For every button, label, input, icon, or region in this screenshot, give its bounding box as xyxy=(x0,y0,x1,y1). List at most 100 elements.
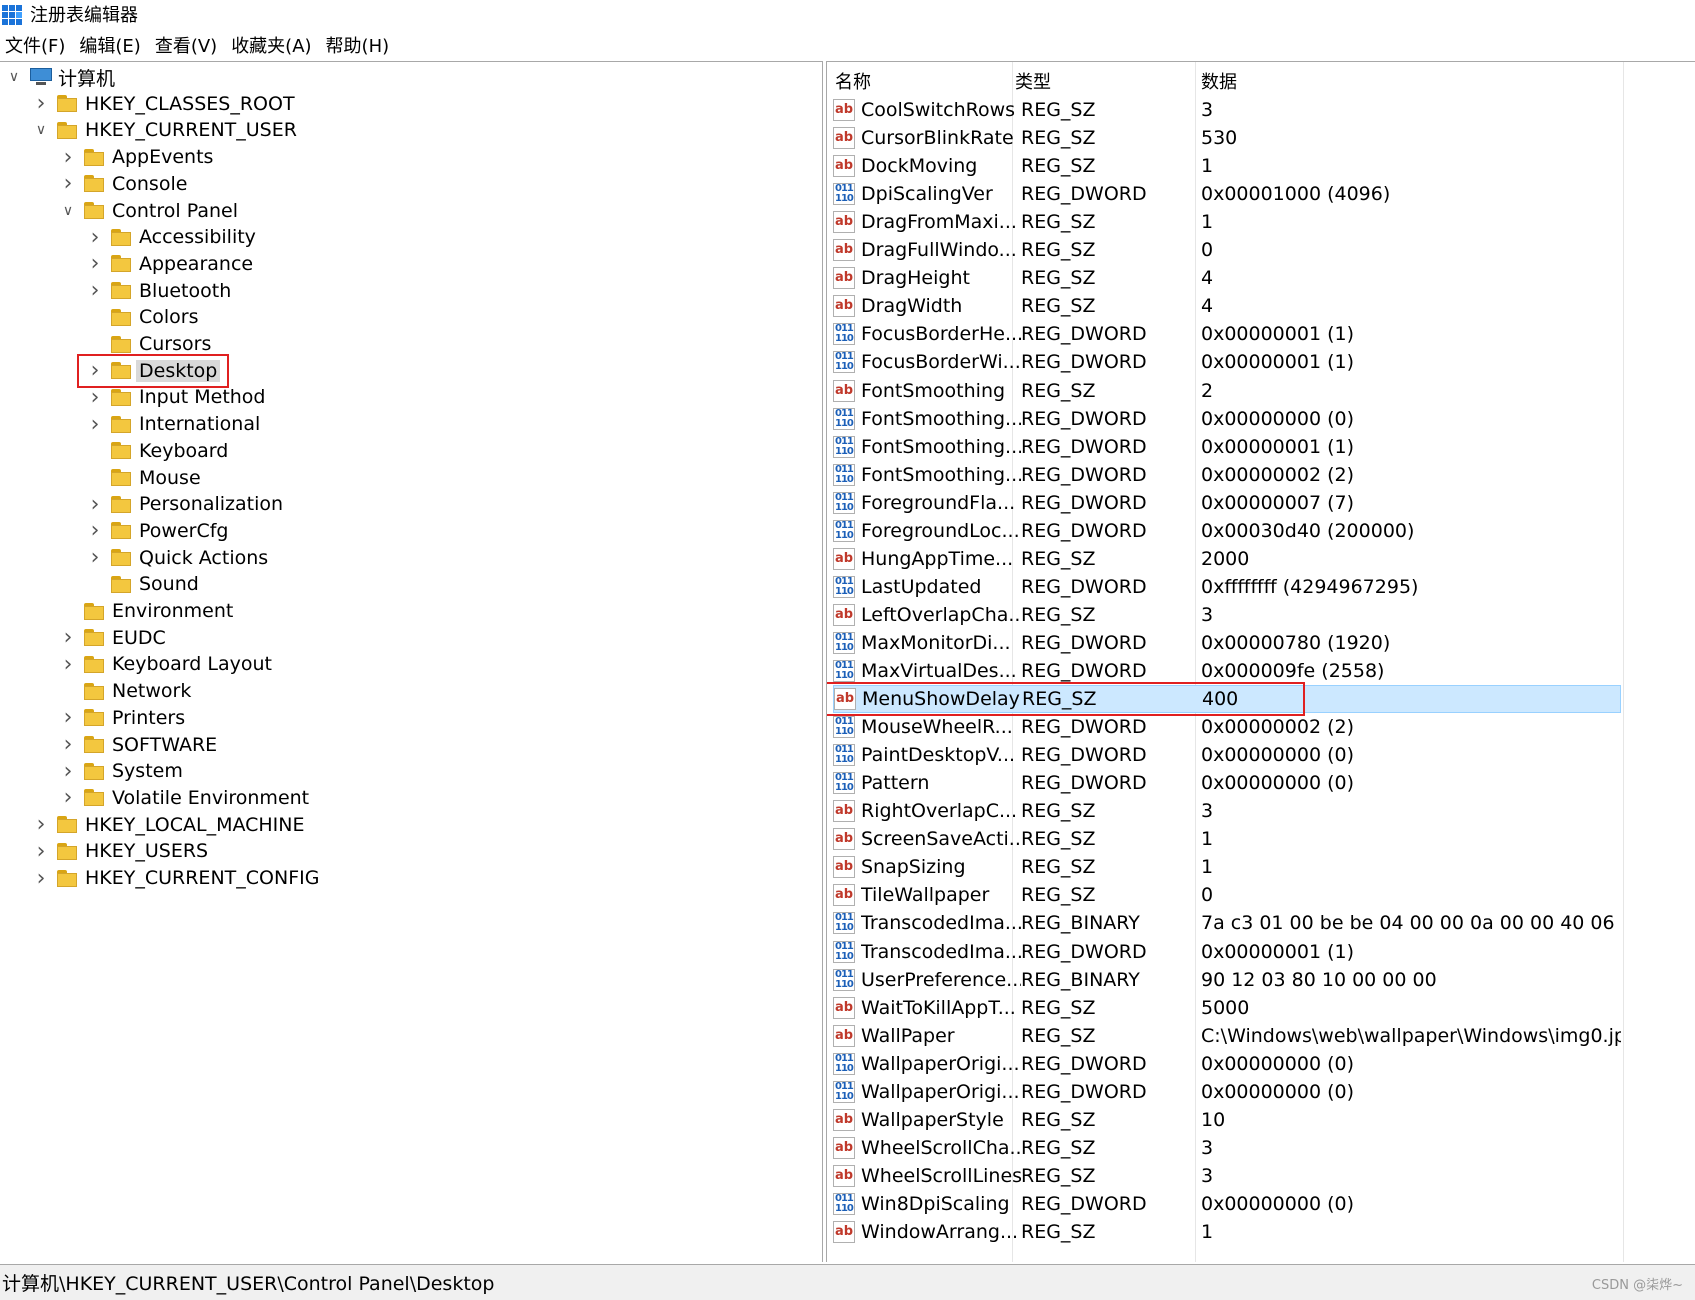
chevron-right-icon[interactable]: › xyxy=(60,732,76,757)
value-row[interactable]: 011 110 MaxMonitorDi... REG_DWORD 0x00000780… xyxy=(833,629,1621,657)
value-row[interactable]: 011 110 UserPreference... REG_BINARY 90 12 0… xyxy=(833,966,1621,994)
chevron-down-icon[interactable]: ∨ xyxy=(33,122,49,138)
value-row[interactable]: ab WheelScrollCha... REG_SZ 3 xyxy=(833,1134,1621,1162)
tree-node[interactable]: › Accessibility xyxy=(87,224,256,250)
value-row[interactable]: ab DragHeight REG_SZ 4 xyxy=(833,264,1621,292)
tree-node[interactable]: Mouse xyxy=(87,465,201,491)
value-row[interactable]: ab WaitToKillAppT... REG_SZ 5000 xyxy=(833,994,1621,1022)
chevron-right-icon[interactable]: › xyxy=(33,866,49,891)
values-list[interactable]: 名称 类型 数据 ab CoolSwitchRows REG_SZ 3 ab Cursor… xyxy=(826,61,1695,1262)
tree-node[interactable]: › International xyxy=(87,411,261,437)
chevron-right-icon[interactable]: › xyxy=(87,385,103,410)
column-header-data[interactable]: 数据 xyxy=(1201,68,1237,94)
chevron-right-icon[interactable]: › xyxy=(60,171,76,196)
tree-node[interactable]: ∨ HKEY_CURRENT_USER xyxy=(33,117,297,143)
value-row[interactable]: 011 110 ForegroundLoc... REG_DWORD 0x00030d4… xyxy=(833,517,1621,545)
tree-node[interactable]: Environment xyxy=(60,598,233,624)
value-row[interactable]: 011 110 Win8DpiScaling REG_DWORD 0x00000000 … xyxy=(833,1190,1621,1218)
value-row[interactable]: ab WindowArrang... REG_SZ 1 xyxy=(833,1218,1621,1246)
tree-node[interactable]: › HKEY_LOCAL_MACHINE xyxy=(33,812,305,838)
value-row[interactable]: 011 110 MouseWheelR... REG_DWORD 0x00000002 … xyxy=(833,713,1621,741)
chevron-right-icon[interactable]: › xyxy=(60,625,76,650)
menu-help[interactable]: 帮助(H) xyxy=(326,32,390,58)
column-header-name[interactable]: 名称 xyxy=(835,68,871,94)
value-row[interactable]: ab DockMoving REG_SZ 1 xyxy=(833,152,1621,180)
chevron-right-icon[interactable]: › xyxy=(33,91,49,116)
value-row[interactable]: 011 110 WallpaperOrigi... REG_DWORD 0x000000… xyxy=(833,1050,1621,1078)
tree-node[interactable]: › Volatile Environment xyxy=(60,785,310,811)
value-row[interactable]: ab TileWallpaper REG_SZ 0 xyxy=(833,881,1621,909)
chevron-right-icon[interactable]: › xyxy=(60,759,76,784)
column-header-type[interactable]: 类型 xyxy=(1015,68,1051,94)
tree-node[interactable]: › Personalization xyxy=(87,491,283,517)
tree-node[interactable]: Keyboard xyxy=(87,438,228,464)
tree-node[interactable]: › Console xyxy=(60,171,188,197)
tree-node[interactable]: › HKEY_CURRENT_CONFIG xyxy=(33,865,320,891)
tree-node[interactable]: › Bluetooth xyxy=(87,278,232,304)
tree-node[interactable]: ∨ Control Panel xyxy=(60,198,238,224)
tree-node[interactable]: › Appearance xyxy=(87,251,254,277)
chevron-right-icon[interactable]: › xyxy=(60,785,76,810)
chevron-right-icon[interactable]: › xyxy=(60,145,76,170)
value-row[interactable]: 011 110 FontSmoothing... REG_DWORD 0x0000000… xyxy=(833,433,1621,461)
tree-node[interactable]: › System xyxy=(60,758,183,784)
value-row[interactable]: ab RightOverlapC... REG_SZ 3 xyxy=(833,797,1621,825)
tree-node[interactable]: ∨ 计算机 xyxy=(6,64,115,90)
value-row[interactable]: 011 110 ForegroundFla... REG_DWORD 0x0000000… xyxy=(833,489,1621,517)
tree-node[interactable]: Colors xyxy=(87,304,199,330)
chevron-down-icon[interactable]: ∨ xyxy=(6,69,22,85)
value-row[interactable]: ab WheelScrollLines REG_SZ 3 xyxy=(833,1162,1621,1190)
value-row[interactable]: ab DragWidth REG_SZ 4 xyxy=(833,292,1621,320)
value-row[interactable]: ab DragFullWindo... REG_SZ 0 xyxy=(833,236,1621,264)
tree-node[interactable]: › Quick Actions xyxy=(87,545,269,571)
chevron-right-icon[interactable]: › xyxy=(87,412,103,437)
value-row[interactable]: 011 110 Pattern REG_DWORD 0x00000000 (0) xyxy=(833,769,1621,797)
chevron-right-icon[interactable]: › xyxy=(60,705,76,730)
value-row[interactable]: ab WallpaperStyle REG_SZ 10 xyxy=(833,1106,1621,1134)
menu-edit[interactable]: 编辑(E) xyxy=(79,32,140,58)
tree-node[interactable]: Network xyxy=(60,678,191,704)
chevron-right-icon[interactable]: › xyxy=(33,839,49,864)
chevron-right-icon[interactable]: › xyxy=(87,518,103,543)
chevron-right-icon[interactable]: › xyxy=(87,278,103,303)
tree-node[interactable]: › Keyboard Layout xyxy=(60,651,272,677)
value-row[interactable]: ab WallPaper REG_SZ C:\Windows\web\wallpape… xyxy=(833,1022,1621,1050)
column-divider[interactable] xyxy=(1623,62,1624,1262)
tree-node[interactable]: › Input Method xyxy=(87,384,266,410)
tree-node[interactable]: › Printers xyxy=(60,705,186,731)
value-row[interactable]: 011 110 TranscodedIma... REG_DWORD 0x0000000… xyxy=(833,938,1621,966)
tree-node[interactable]: › SOFTWARE xyxy=(60,732,218,758)
value-row[interactable]: 011 110 DpiScalingVer REG_DWORD 0x00001000 (… xyxy=(833,180,1621,208)
tree-node[interactable]: › EUDC xyxy=(60,625,166,651)
value-row[interactable]: ab SnapSizing REG_SZ 1 xyxy=(833,853,1621,881)
menu-view[interactable]: 查看(V) xyxy=(155,32,217,58)
value-row[interactable]: ab CoolSwitchRows REG_SZ 3 xyxy=(833,96,1621,124)
chevron-down-icon[interactable]: ∨ xyxy=(60,203,76,219)
chevron-right-icon[interactable]: › xyxy=(33,812,49,837)
registry-tree[interactable]: ∨ 计算机 › HKEY_CLASSES_ROOT ∨ HKEY_CURRENT_USER… xyxy=(0,61,823,1262)
value-row[interactable]: ab FontSmoothing REG_SZ 2 xyxy=(833,377,1621,405)
value-row[interactable]: 011 110 LastUpdated REG_DWORD 0xffffffff (42… xyxy=(833,573,1621,601)
value-row[interactable]: ab ScreenSaveActi... REG_SZ 1 xyxy=(833,825,1621,853)
menu-favorites[interactable]: 收藏夹(A) xyxy=(231,32,311,58)
chevron-right-icon[interactable]: › xyxy=(87,225,103,250)
value-row[interactable]: 011 110 FocusBorderHe... REG_DWORD 0x0000000… xyxy=(833,320,1621,348)
chevron-right-icon[interactable]: › xyxy=(87,492,103,517)
menu-file[interactable]: 文件(F) xyxy=(5,32,65,58)
value-row[interactable]: ab HungAppTime... REG_SZ 2000 xyxy=(833,545,1621,573)
value-row[interactable]: 011 110 FontSmoothing... REG_DWORD 0x0000000… xyxy=(833,405,1621,433)
value-row[interactable]: ab DragFromMaxi... REG_SZ 1 xyxy=(833,208,1621,236)
chevron-right-icon[interactable]: › xyxy=(60,652,76,677)
value-row[interactable]: 011 110 FocusBorderWi... REG_DWORD 0x0000000… xyxy=(833,348,1621,376)
value-row[interactable]: 011 110 FontSmoothing... REG_DWORD 0x0000000… xyxy=(833,461,1621,489)
value-row[interactable]: 011 110 WallpaperOrigi... REG_DWORD 0x000000… xyxy=(833,1078,1621,1106)
chevron-right-icon[interactable]: › xyxy=(87,251,103,276)
tree-node[interactable]: › PowerCfg xyxy=(87,518,229,544)
tree-node[interactable]: › HKEY_CLASSES_ROOT xyxy=(33,91,295,117)
value-row[interactable]: 011 110 MaxVirtualDes... REG_DWORD 0x000009f… xyxy=(833,657,1621,685)
chevron-right-icon[interactable]: › xyxy=(87,545,103,570)
value-row[interactable]: 011 110 PaintDesktopV... REG_DWORD 0x0000000… xyxy=(833,741,1621,769)
value-row[interactable]: 011 110 TranscodedIma... REG_BINARY 7a c3 01… xyxy=(833,909,1621,937)
tree-node[interactable]: Sound xyxy=(87,571,199,597)
tree-node[interactable]: › HKEY_USERS xyxy=(33,838,209,864)
